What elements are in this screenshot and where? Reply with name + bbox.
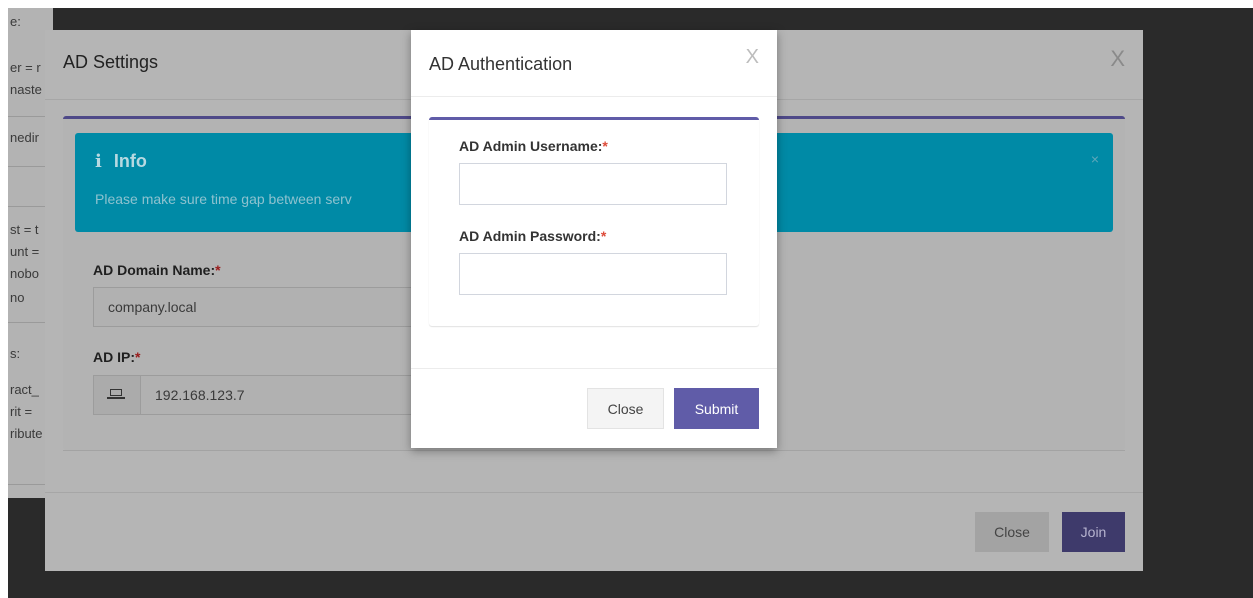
info-title-text: Info xyxy=(113,151,147,171)
domain-input[interactable]: company.local xyxy=(93,287,413,327)
bg-text-8: s: xyxy=(10,346,21,361)
password-label: AD Admin Password:* xyxy=(459,228,606,244)
ad-settings-title: AD Settings xyxy=(63,52,159,72)
password-label-text: AD Admin Password: xyxy=(459,228,601,244)
header-divider xyxy=(411,96,777,97)
info-title: i Info xyxy=(95,151,147,172)
ip-addon xyxy=(93,375,141,415)
password-input[interactable] xyxy=(459,253,727,295)
bg-text-6: nobo xyxy=(10,266,39,281)
box-divider xyxy=(63,450,1125,451)
bg-text-11: ribute xyxy=(10,426,43,441)
ad-settings-close-icon[interactable]: X xyxy=(1110,46,1125,72)
domain-label-text: AD Domain Name: xyxy=(93,262,216,278)
bg-text-1: er = r xyxy=(10,60,41,75)
bg-text-2: naste xyxy=(10,82,42,97)
username-label: AD Admin Username:* xyxy=(459,138,608,154)
submit-button[interactable]: Submit xyxy=(674,388,759,429)
domain-label: AD Domain Name:* xyxy=(93,262,221,278)
info-icon: i xyxy=(95,151,102,172)
credentials-box: AD Admin Username:* AD Admin Password:* xyxy=(429,117,759,326)
bg-text-9: ract_ xyxy=(10,382,39,397)
join-button[interactable]: Join xyxy=(1062,512,1125,552)
bg-text-4: st = t xyxy=(10,222,39,237)
info-dismiss-icon[interactable]: × xyxy=(1091,151,1099,167)
ip-label-text: AD IP: xyxy=(93,349,135,365)
bg-text-5: unt = xyxy=(10,244,40,259)
modal-backdrop: e: er = r naste nedir st = t unt = nobo … xyxy=(8,8,1253,598)
required-marker: * xyxy=(135,349,141,365)
username-label-text: AD Admin Username: xyxy=(459,138,603,154)
laptop-icon-base xyxy=(107,397,125,399)
bg-text-3: nedir xyxy=(10,130,39,145)
footer-divider xyxy=(411,368,777,369)
bg-text-7: no xyxy=(10,290,25,305)
footer-divider xyxy=(45,492,1143,493)
required-marker: * xyxy=(600,228,607,244)
ip-input[interactable]: 192.168.123.7 xyxy=(140,375,413,415)
info-message: Please make sure time gap between serv xyxy=(95,191,352,207)
ad-settings-close-button[interactable]: Close xyxy=(975,512,1049,552)
username-input[interactable] xyxy=(459,163,727,205)
ad-authentication-close-icon[interactable]: X xyxy=(746,46,759,69)
bg-text-0: e: xyxy=(10,14,21,29)
bg-text-10: rit = xyxy=(10,404,33,419)
ip-label: AD IP:* xyxy=(93,349,140,365)
laptop-icon xyxy=(110,389,122,396)
required-marker: * xyxy=(215,262,221,278)
required-marker: * xyxy=(602,138,608,154)
screen: e: er = r naste nedir st = t unt = nobo … xyxy=(0,0,1253,598)
ad-authentication-title: AD Authentication xyxy=(429,54,573,74)
ad-authentication-dialog: AD Authentication X AD Admin Username:* … xyxy=(411,30,777,448)
ad-authentication-close-button[interactable]: Close xyxy=(587,388,664,429)
